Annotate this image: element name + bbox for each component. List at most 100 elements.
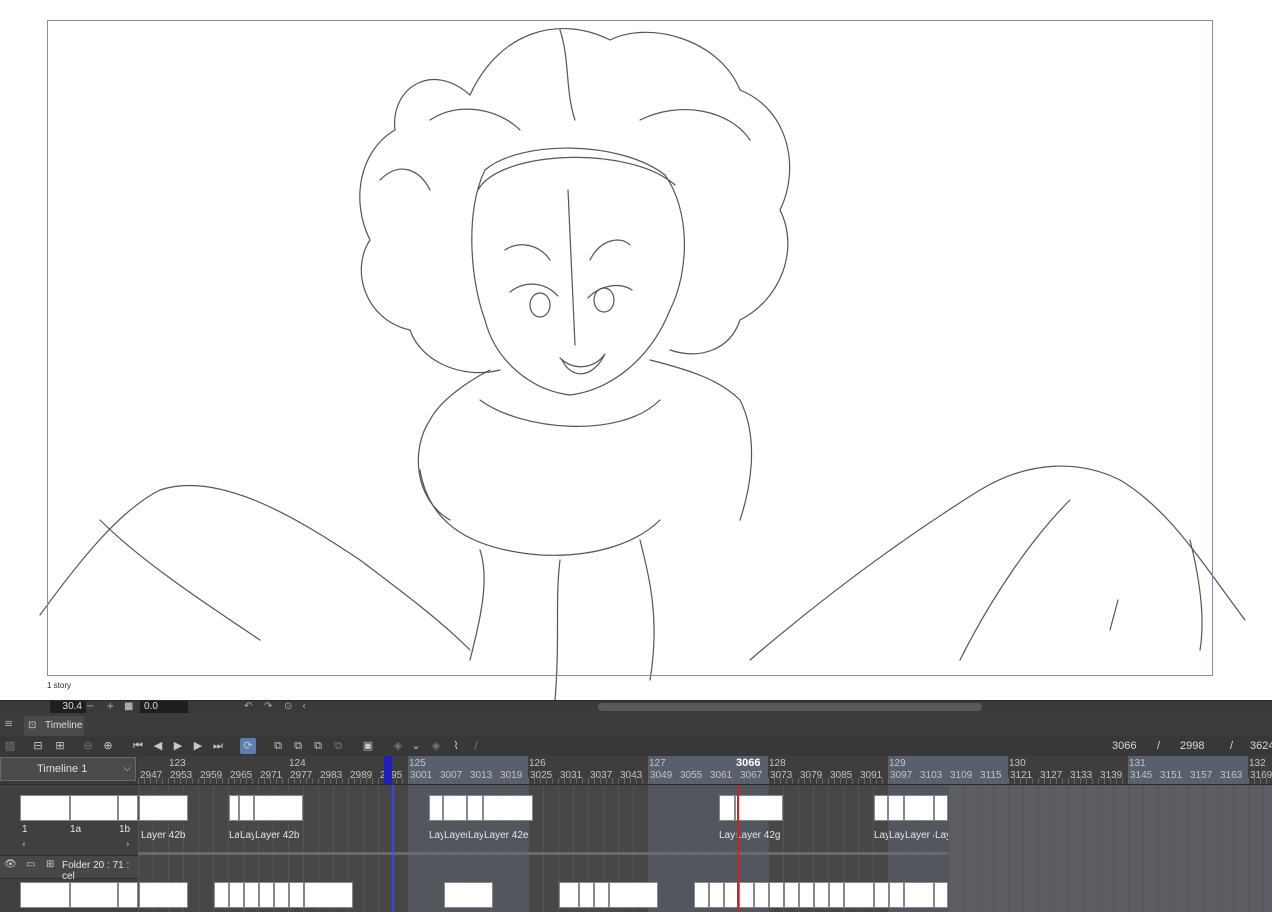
new-animation-cel-icon[interactable]: ⧉: [290, 738, 306, 754]
cel-block[interactable]: [799, 882, 814, 908]
cel-block[interactable]: [904, 882, 934, 908]
cel-block[interactable]: [844, 882, 874, 908]
timeline-settings-icon[interactable]: ▨: [2, 738, 18, 754]
cel-block[interactable]: [429, 795, 443, 821]
cel-block[interactable]: [594, 882, 609, 908]
interpolation-icon[interactable]: ⌇: [448, 738, 464, 754]
cel-block[interactable]: [483, 795, 533, 821]
end-frame-counter[interactable]: 3624: [1250, 738, 1272, 754]
cel-block[interactable]: [934, 795, 948, 821]
last-frame-icon[interactable]: ⏭: [210, 738, 226, 754]
zoom-value[interactable]: 30.4: [50, 701, 86, 713]
zoom-in-icon[interactable]: ⊕: [100, 738, 116, 754]
cel-block[interactable]: [814, 882, 829, 908]
cel-block[interactable]: [874, 882, 889, 908]
cel-block[interactable]: [444, 882, 493, 908]
scroll-right-icon[interactable]: ›: [126, 840, 130, 850]
zoom-out-icon[interactable]: ⊖: [80, 738, 96, 754]
cel-block[interactable]: [254, 795, 303, 821]
cel-block[interactable]: [304, 882, 353, 908]
reset-rotation-icon[interactable]: ⊙: [284, 701, 292, 713]
chevron-down-icon[interactable]: ⌄: [408, 738, 424, 754]
zoom-out-button[interactable]: −: [86, 701, 94, 713]
cel-block[interactable]: [904, 795, 934, 821]
menu-icon[interactable]: ≡: [4, 717, 13, 730]
keyframe-icon[interactable]: ◈: [390, 738, 406, 754]
cel-block[interactable]: [934, 882, 948, 908]
cel-block[interactable]: [754, 882, 769, 908]
cel-block[interactable]: [709, 882, 724, 908]
cel-thumbnail[interactable]: [70, 882, 118, 908]
start-frame-counter[interactable]: 2998: [1180, 738, 1204, 754]
cel-block[interactable]: [244, 882, 259, 908]
onion-skin-icon[interactable]: ▣: [360, 738, 376, 754]
rotate-right-icon[interactable]: ↷: [264, 701, 272, 713]
cel-block[interactable]: [139, 882, 188, 908]
cel-block[interactable]: [239, 795, 254, 821]
cel-thumbnail[interactable]: [20, 882, 70, 908]
ruler-tick: [318, 778, 319, 784]
horizontal-scrollbar[interactable]: [598, 703, 982, 711]
frame-ruler[interactable]: 123 124 125 126 127 128 129 130 131 132 2947 2953 29…: [138, 756, 1272, 784]
prev-frame-icon[interactable]: ◀: [150, 738, 166, 754]
play-icon[interactable]: ▶: [170, 738, 186, 754]
first-frame-icon[interactable]: ⏮: [130, 738, 146, 754]
frame-column-line: [993, 785, 994, 912]
ruler-tick: [258, 778, 259, 784]
cel-block[interactable]: [694, 882, 709, 908]
ruler-tick: [420, 778, 421, 784]
tab-timeline[interactable]: ⊡ Timeline: [24, 716, 84, 736]
timeline-tracks[interactable]: 1 1a 1b ‹ › 👁 ▭ ⊞ Folder 20 : 71 : cel L…: [0, 785, 1272, 912]
cel-block[interactable]: [139, 795, 188, 821]
zoom-in-button[interactable]: +: [106, 701, 114, 713]
cel-block[interactable]: [579, 882, 594, 908]
cel-block[interactable]: [874, 795, 888, 821]
ruler-tick: [546, 778, 547, 784]
new-animation-folder-icon[interactable]: ⧉: [270, 738, 286, 754]
cel-block[interactable]: [259, 882, 274, 908]
specify-cels-icon[interactable]: ⧉: [310, 738, 326, 754]
cel-block[interactable]: [467, 795, 483, 821]
scroll-left-icon[interactable]: ‹: [22, 840, 26, 850]
current-frame-counter[interactable]: 3066: [1112, 738, 1136, 754]
keyframe-edit-icon[interactable]: ◈: [428, 738, 444, 754]
add-frame-icon[interactable]: ⊞: [52, 738, 68, 754]
cel-block[interactable]: [719, 795, 735, 821]
cel-thumbnail[interactable]: [118, 882, 138, 908]
cel-thumbnail[interactable]: [20, 795, 70, 821]
cel-block[interactable]: [829, 882, 844, 908]
cel-block[interactable]: [609, 882, 658, 908]
pen-icon[interactable]: ∕: [468, 738, 484, 754]
cel-block[interactable]: [735, 795, 783, 821]
cel-block[interactable]: [888, 795, 904, 821]
loop-icon[interactable]: ⟳: [240, 738, 256, 754]
canvas-area[interactable]: 1 story: [0, 0, 1272, 700]
eye-icon[interactable]: 👁: [4, 859, 17, 870]
next-frame-icon[interactable]: ▶: [190, 738, 206, 754]
timeline-select[interactable]: Timeline 1 ⌵: [0, 757, 136, 781]
cel-block[interactable]: [274, 882, 289, 908]
collapse-icon[interactable]: ‹: [302, 701, 306, 713]
folder-track-header[interactable]: 👁 ▭ ⊞ Folder 20 : 71 : cel: [0, 855, 138, 882]
expand-icon[interactable]: ⊞: [46, 859, 54, 870]
reset-zoom-button[interactable]: ■: [124, 701, 133, 713]
ruler-tick: [204, 778, 205, 784]
rotate-left-icon[interactable]: ↶: [244, 701, 252, 713]
cel-thumbnail[interactable]: [70, 795, 118, 821]
cel-block[interactable]: [559, 882, 579, 908]
cel-block[interactable]: [784, 882, 799, 908]
cel-block[interactable]: [229, 795, 239, 821]
rotation-value[interactable]: 0.0: [140, 701, 188, 713]
frame-column-line: [1158, 785, 1159, 912]
cel-block[interactable]: [889, 882, 904, 908]
cel-block[interactable]: [229, 882, 244, 908]
cel-thumbnail[interactable]: [118, 795, 138, 821]
cel-block[interactable]: [769, 882, 784, 908]
cel-block[interactable]: [214, 882, 229, 908]
cel-block[interactable]: [443, 795, 467, 821]
cel-block[interactable]: [739, 882, 754, 908]
playhead-line[interactable]: [737, 785, 739, 912]
new-timeline-icon[interactable]: ⊟: [30, 738, 46, 754]
cel-block[interactable]: [289, 882, 304, 908]
clear-cel-icon[interactable]: ⧉: [330, 738, 346, 754]
